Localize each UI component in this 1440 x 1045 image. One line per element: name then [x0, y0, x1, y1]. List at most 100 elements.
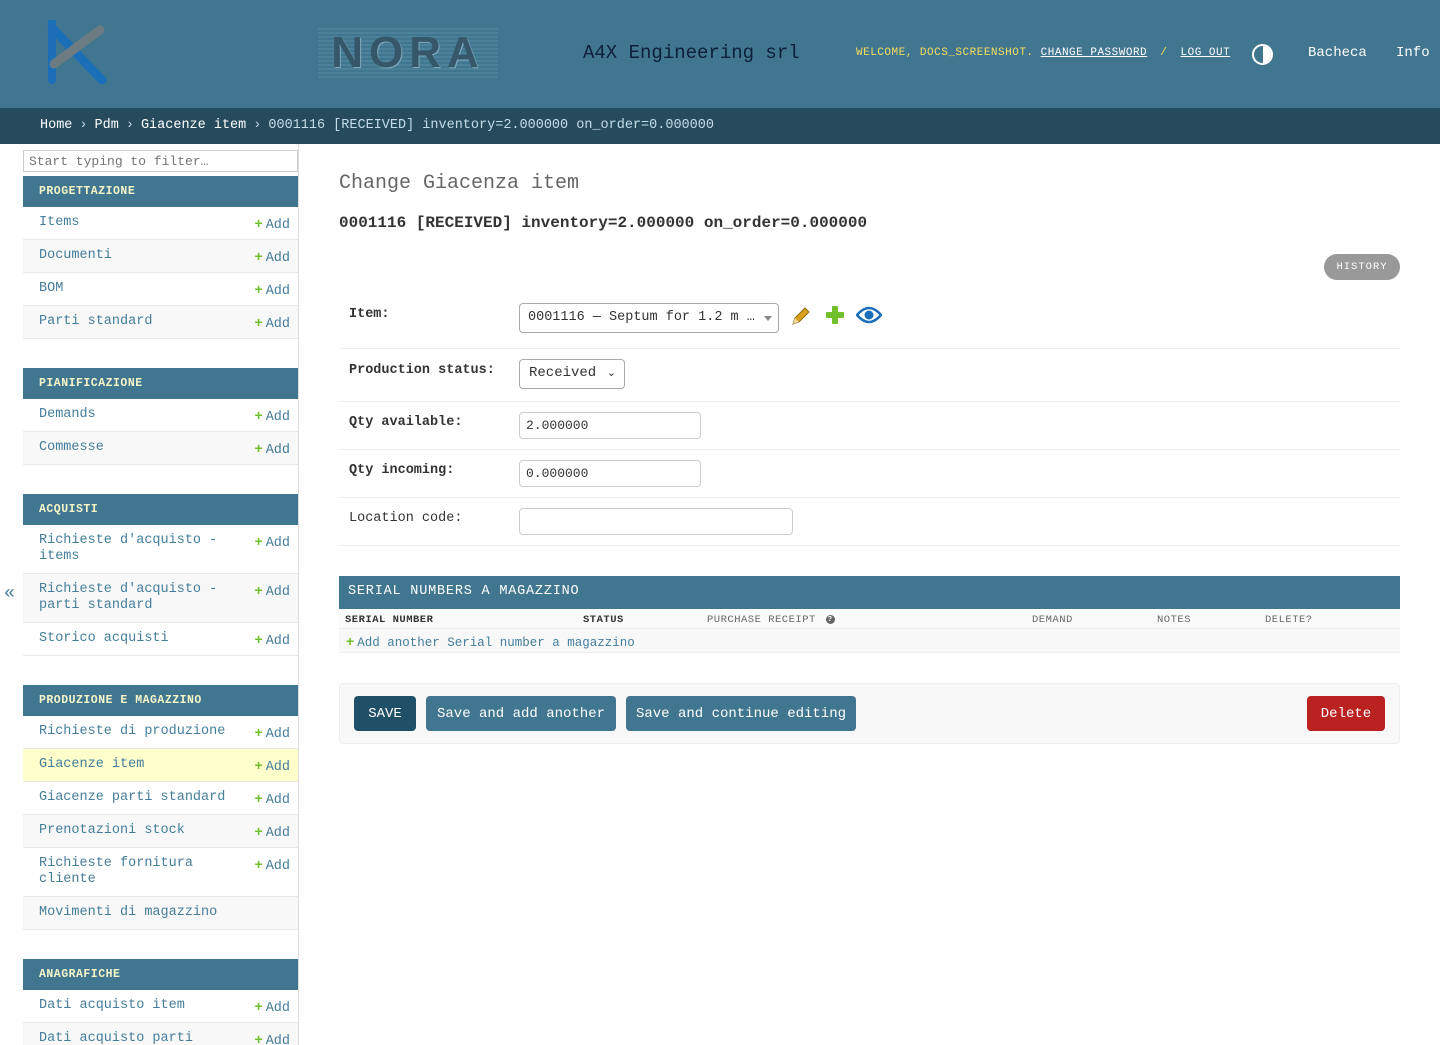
add-label: Add — [265, 218, 290, 233]
history-button[interactable]: HISTORY — [1324, 254, 1400, 280]
add-link[interactable]: + Add — [255, 215, 291, 234]
plus-icon: + — [254, 790, 263, 806]
qty-incoming-label: Qty incoming: — [349, 463, 455, 478]
a4x-logo-icon[interactable] — [44, 20, 110, 86]
add-related-icon[interactable] — [825, 305, 845, 325]
pencil-icon[interactable] — [790, 305, 812, 327]
sidebar-item-label[interactable]: Items — [39, 215, 239, 231]
add-label: Add — [265, 443, 290, 458]
sidebar-item-label[interactable]: Richieste d'acquisto - items — [39, 533, 239, 565]
add-link[interactable]: + Add — [255, 582, 291, 601]
sidebar-item-label[interactable]: Richieste di produzione — [39, 724, 239, 740]
plus-icon: + — [254, 582, 263, 598]
sidebar-item-label[interactable]: Prenotazioni stock — [39, 823, 239, 839]
production-status-select[interactable]: Received ⌄ — [519, 359, 625, 389]
question-circle-icon[interactable]: ? — [825, 615, 835, 624]
nav-sidebar: PROGETTAZIONE Items+Add Documenti+Add BO… — [22, 144, 299, 1045]
add-link[interactable]: + Add — [255, 248, 291, 267]
add-another-serial-link[interactable]: + Add another Serial number a magazzino — [339, 629, 1400, 653]
form-row-qty-incoming: Qty incoming: — [339, 450, 1400, 498]
sidebar-item-giacenze-item[interactable]: Giacenze item + Add — [23, 749, 298, 782]
breadcrumb-giacenze-item[interactable]: Giacenze item — [141, 118, 246, 133]
sidebar-item-richieste-fornitura-cliente[interactable]: Richieste fornitura cliente + Add — [23, 848, 298, 897]
save-and-add-another-button[interactable]: Save and add another — [426, 696, 616, 731]
app-caption[interactable]: PIANIFICAZIONE — [23, 368, 298, 399]
add-link[interactable]: + Add — [255, 757, 291, 776]
location-code-label: Location code: — [349, 511, 463, 526]
sidebar-item-items[interactable]: Items + Add — [23, 207, 298, 240]
add-link[interactable]: + Add — [255, 314, 291, 333]
theme-toggle-icon[interactable] — [1252, 44, 1273, 65]
app-caption[interactable]: PRODUZIONE E MAGAZZINO — [23, 685, 298, 716]
add-link[interactable]: + Add — [255, 1031, 291, 1045]
sidebar-item-label[interactable]: Dati acquisto parti — [39, 1031, 239, 1045]
app-caption[interactable]: PROGETTAZIONE — [23, 176, 298, 207]
app-caption[interactable]: ANAGRAFICHE — [23, 959, 298, 990]
sidebar-item-giacenze-parti-standard[interactable]: Giacenze parti standard + Add — [23, 782, 298, 815]
add-link[interactable]: + Add — [255, 823, 291, 842]
form-row-status: Production status: Received ⌄ — [339, 349, 1400, 402]
bacheca-link[interactable]: Bacheca — [1308, 45, 1367, 61]
plus-icon: + — [254, 248, 263, 264]
add-link[interactable]: + Add — [255, 724, 291, 743]
sidebar-item-label[interactable]: Commesse — [39, 440, 239, 456]
form-row-location-code: Location code: — [339, 498, 1400, 546]
add-link[interactable]: + Add — [255, 533, 291, 552]
sidebar-item-dati-acquisto-parti[interactable]: Dati acquisto parti + Add — [23, 1023, 298, 1045]
sidebar-item-label[interactable]: Demands — [39, 407, 239, 423]
location-code-input[interactable] — [519, 508, 793, 535]
qty-available-input[interactable] — [519, 412, 701, 439]
sidebar-item-richieste-produzione[interactable]: Richieste di produzione + Add — [23, 716, 298, 749]
app-caption[interactable]: ACQUISTI — [23, 494, 298, 525]
sidebar-item-storico-acquisti[interactable]: Storico acquisti + Add — [23, 623, 298, 656]
sidebar-item-label[interactable]: BOM — [39, 281, 239, 297]
sidebar-item-label[interactable]: Parti standard — [39, 314, 239, 330]
add-link[interactable]: + Add — [255, 440, 291, 459]
sidebar-item-richieste-acquisto-parti[interactable]: Richieste d'acquisto - parti standard + Ad… — [23, 574, 298, 623]
item-select[interactable]: 0001116 — Septum for 1.2 m … — [519, 303, 779, 333]
sidebar-item-documenti[interactable]: Documenti + Add — [23, 240, 298, 273]
sidebar-item-label[interactable]: Richieste d'acquisto - parti standard — [39, 582, 239, 614]
qty-incoming-input[interactable] — [519, 460, 701, 487]
nav-filter-input[interactable] — [23, 150, 298, 172]
save-button[interactable]: SAVE — [354, 696, 416, 731]
sidebar-item-dati-acquisto-item[interactable]: Dati acquisto item + Add — [23, 990, 298, 1023]
sidebar-item-label[interactable]: Giacenze parti standard — [39, 790, 239, 806]
sidebar-item-bom[interactable]: BOM + Add — [23, 273, 298, 306]
add-link[interactable]: + Add — [255, 281, 291, 300]
sidebar-item-movimenti-magazzino[interactable]: Movimenti di magazzino — [23, 897, 298, 930]
sidebar-item-demands[interactable]: Demands + Add — [23, 399, 298, 432]
collapse-sidebar-button[interactable]: « — [4, 584, 15, 604]
page-title: Change Giacenza item — [339, 172, 580, 195]
breadcrumb-home[interactable]: Home — [40, 118, 72, 133]
breadcrumb-pdm[interactable]: Pdm — [95, 118, 119, 133]
sidebar-item-label[interactable]: Dati acquisto item — [39, 998, 239, 1014]
add-label: Add — [265, 1001, 290, 1016]
sidebar-item-label[interactable]: Storico acquisti — [39, 631, 239, 647]
add-link[interactable]: + Add — [255, 407, 291, 426]
change-password-link[interactable]: CHANGE PASSWORD — [1041, 47, 1148, 59]
chevron-down-icon: ⌄ — [606, 366, 616, 379]
sidebar-item-commesse[interactable]: Commesse + Add — [23, 432, 298, 465]
sidebar-item-label[interactable]: Movimenti di magazzino — [39, 905, 239, 921]
add-link[interactable]: + Add — [255, 790, 291, 809]
sidebar-item-label[interactable]: Giacenze item — [39, 757, 239, 773]
inline-caption: SERIAL NUMBERS A MAGAZZINO — [339, 576, 1400, 609]
add-link[interactable]: + Add — [255, 631, 291, 650]
add-label: Add — [265, 727, 290, 742]
user-tools-separator: / — [1160, 47, 1168, 59]
save-and-continue-button[interactable]: Save and continue editing — [626, 696, 856, 731]
sidebar-item-richieste-acquisto-items[interactable]: Richieste d'acquisto - items + Add — [23, 525, 298, 574]
add-link[interactable]: + Add — [255, 856, 291, 875]
sidebar-item-parti-standard[interactable]: Parti standard + Add — [23, 306, 298, 339]
info-link[interactable]: Info — [1396, 45, 1430, 61]
delete-button[interactable]: Delete — [1307, 696, 1385, 731]
sidebar-item-label[interactable]: Richieste fornitura cliente — [39, 856, 239, 888]
plus-icon: + — [346, 633, 355, 649]
eye-icon[interactable] — [856, 306, 882, 324]
add-label: Add — [265, 1034, 290, 1045]
add-link[interactable]: + Add — [255, 998, 291, 1017]
sidebar-item-label[interactable]: Documenti — [39, 248, 239, 264]
log-out-link[interactable]: LOG OUT — [1181, 47, 1231, 59]
sidebar-item-prenotazioni-stock[interactable]: Prenotazioni stock + Add — [23, 815, 298, 848]
